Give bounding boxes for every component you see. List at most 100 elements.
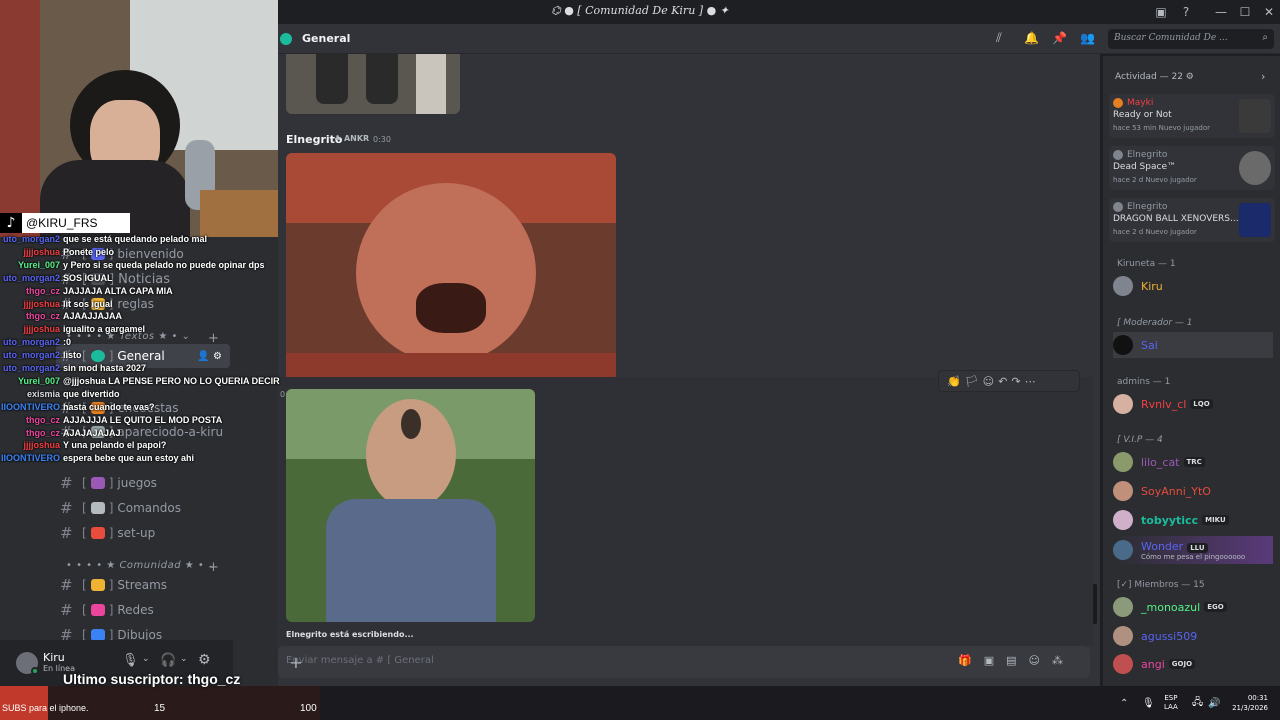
member-item[interactable]: tobyyticc MIKU [1113, 507, 1229, 533]
stream-chat-message: JAJJAJA ALTA CAPA MIA [63, 285, 173, 296]
composer-actions[interactable]: 🎁▣▤☺⁂ [958, 654, 1075, 667]
member-item[interactable]: Rvnlv_cl LQO [1113, 391, 1213, 417]
webcam-overlay: ♪ @KIRU_FRS [0, 0, 278, 237]
avatar [1113, 481, 1133, 501]
member-badge: EGO [1204, 602, 1227, 612]
channel-redes[interactable]: #[] Redes [60, 598, 230, 622]
stream-chat-message: Ponete pelo [63, 246, 115, 257]
member-item[interactable]: SoyAnni_YtO [1113, 478, 1211, 504]
game-thumbnail [1239, 203, 1271, 237]
flag-icon[interactable]: 🏳 [965, 375, 983, 388]
sub-goal-target: 100 [300, 703, 317, 714]
member-name: Rvnlv_cl [1141, 397, 1187, 411]
help-icon[interactable]: ? [1177, 3, 1195, 21]
member-item[interactable]: angi GOJO [1113, 651, 1196, 677]
activity-card[interactable]: Mayki Ready or Not hace 53 min Nuevo jug… [1109, 94, 1275, 138]
category-comunidad[interactable]: • • • • ★ Comunidad ★ • ⌄ + [66, 560, 219, 575]
member-item[interactable]: Kiru [1113, 273, 1163, 299]
chevron-right-icon[interactable]: › [1261, 70, 1265, 83]
more-icon[interactable]: ⋯ [1025, 375, 1040, 388]
member-name: Wonder [1141, 539, 1184, 553]
stream-chat-message: que divertido [63, 388, 120, 399]
channel-juegos[interactable]: #[] juegos [60, 471, 230, 495]
member-section-header: [✓] Miembros — 15 [1117, 580, 1205, 590]
maximize-icon[interactable]: ☐ [1236, 3, 1254, 21]
bell-icon[interactable]: 🔔 [1024, 31, 1039, 45]
member-item[interactable]: lilo_cat TRC [1113, 449, 1205, 475]
headphones-icon[interactable]: 🎧 [160, 653, 176, 668]
avatar [1113, 452, 1133, 472]
typing-indicator: Elnegrito está escribiendo... [286, 630, 414, 639]
channel-dibujos[interactable]: #[] Dibujos [60, 623, 230, 640]
channel-label: set-up [117, 526, 156, 540]
message-list: Elnegrito ♣ ANKR 0:30 👏🏳☺↶↷⋯ 0:31 Elnegr… [278, 54, 1100, 646]
activity-card[interactable]: Elnegrito Dead Space™ hace 2 d Nuevo jug… [1109, 146, 1275, 190]
avatar [1113, 540, 1133, 560]
inbox-icon[interactable]: ▣ [1152, 3, 1170, 21]
member-item[interactable]: Wonder LLU Cómo me pesa el pingoooooo [1113, 536, 1273, 564]
minimize-icon[interactable]: — [1212, 3, 1230, 21]
channel-globe-icon [280, 33, 292, 45]
member-item[interactable]: _monoazul EGO [1113, 594, 1227, 620]
channel-comandos[interactable]: #[] Comandos [60, 496, 230, 520]
emoji-icon[interactable]: ☺ [983, 375, 998, 388]
search-placeholder: Buscar Comunidad De ... [1114, 33, 1228, 43]
member-section-header: [ Moderador — 1 [1117, 318, 1193, 328]
search-input[interactable]: Buscar Comunidad De ... ⌕ [1108, 29, 1274, 49]
clock[interactable]: 00:31 21/3/2026 [1228, 686, 1268, 720]
member-custom-status: Cómo me pesa el pingoooooo [1141, 552, 1246, 561]
hash-icon: # [60, 601, 73, 619]
network-icon[interactable]: 🖧 [1192, 686, 1203, 720]
members-icon[interactable]: 👥 [1080, 31, 1095, 45]
stream-chat-user: Yurei_007 [17, 259, 60, 270]
message-actions-toolbar[interactable]: 👏🏳☺↶↷⋯ [938, 370, 1080, 392]
message-input[interactable]: + Enviar mensaje a # [ General 🎁▣▤☺⁂ [278, 646, 1090, 678]
member-name: agussi509 [1141, 629, 1198, 643]
chevron-down-icon[interactable]: ⌄ [142, 654, 150, 664]
forward-icon[interactable]: ↷ [1011, 375, 1024, 388]
wifi-icon[interactable]: 🎙 [1142, 686, 1155, 720]
taskbar: SUBS para el iphone. 15 100 ⌃ 🎙 ESP LAA 🖧… [0, 686, 1280, 720]
channel-streams[interactable]: #[] Streams [60, 573, 230, 597]
attachment-image[interactable] [286, 54, 460, 114]
member-name: tobyyticc [1141, 513, 1199, 527]
member-name: Sai [1141, 338, 1158, 352]
member-item[interactable]: Sai [1113, 332, 1273, 358]
stream-chat-user: jjjjoshua [23, 440, 60, 451]
activity-user: Mayki [1127, 98, 1154, 108]
react-icon[interactable]: 👏 [947, 375, 965, 388]
stream-chat-message: SOS IGUAL [63, 272, 113, 283]
activity-user: Elnegrito [1127, 202, 1168, 212]
attachment-image[interactable] [286, 389, 535, 622]
language-indicator[interactable]: ESP LAA [1164, 686, 1178, 720]
member-name: angi [1141, 657, 1165, 671]
activity-card[interactable]: Elnegrito DRAGON BALL XENOVERS... hace 2… [1109, 198, 1275, 242]
close-icon[interactable]: ✕ [1260, 3, 1278, 21]
message-time: 0:30 [373, 135, 391, 144]
pin-icon[interactable]: 📌 [1052, 31, 1067, 45]
settings-gear-icon[interactable]: ⚙ [198, 652, 211, 668]
stream-chat-user: uto_morgan2 [2, 350, 60, 361]
stream-chat-message: AJAAJJAJAA [63, 311, 123, 322]
activity-game: Ready or Not [1113, 110, 1172, 120]
chevron-down-icon[interactable]: ⌄ [180, 654, 188, 664]
member-item[interactable]: agussi509 [1113, 623, 1197, 649]
member-name: SoyAnni_YtO [1141, 484, 1211, 498]
activity-game: Dead Space™ [1113, 162, 1176, 172]
attachment-image[interactable] [286, 153, 616, 381]
stream-chat-message: AJAJAJAJAJ [63, 427, 121, 438]
threads-icon[interactable]: ⫽ [996, 31, 1002, 46]
tray-chevron-icon[interactable]: ⌃ [1120, 686, 1128, 720]
game-thumbnail [1239, 151, 1271, 185]
stream-chat-message: espera bebe que aun estoy ahi [63, 453, 195, 464]
microphone-icon[interactable]: 🎙 [122, 653, 139, 668]
channel-set-up[interactable]: #[] set-up [60, 521, 230, 545]
last-subscriber: Ultimo suscriptor: thgo_cz [63, 671, 241, 687]
volume-icon[interactable]: 🔊 [1208, 686, 1220, 720]
scrollbar-thumb[interactable] [1093, 584, 1097, 624]
reply-icon[interactable]: ↶ [998, 375, 1011, 388]
stream-chat-user: jjjjoshua [23, 246, 60, 257]
member-badge: MIKU [1202, 515, 1229, 525]
stream-chat-user: thgo_cz [25, 427, 60, 438]
stream-chat-message: igualito a gargamel [63, 324, 146, 335]
